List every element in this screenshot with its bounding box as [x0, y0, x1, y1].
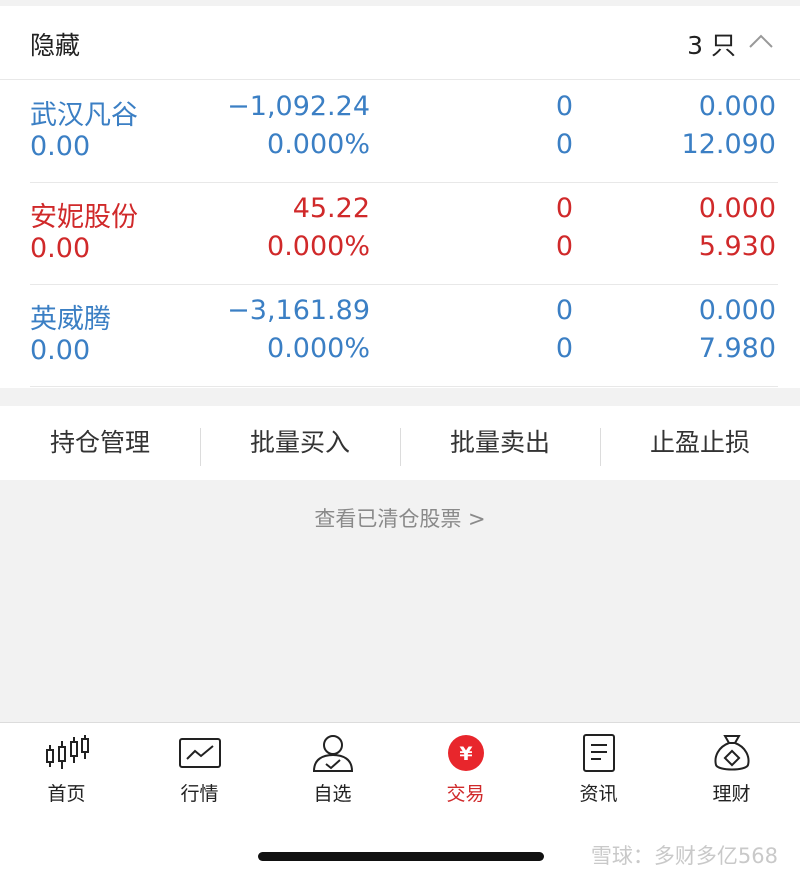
tab-label: 交易 — [446, 783, 485, 805]
available-qty: 0 — [555, 129, 573, 160]
tab-label: 理财 — [712, 783, 751, 805]
document-icon — [582, 734, 615, 772]
watermark: 雪球：多财多亿568 — [590, 844, 778, 868]
market-chart-icon — [178, 738, 221, 768]
yuan-circle-icon: ¥ — [447, 735, 484, 771]
profit-loss-pct: 0.000% — [267, 333, 370, 364]
candlestick-icon — [45, 735, 89, 769]
cost-price: 7.980 — [698, 333, 776, 364]
tab-label: 行情 — [180, 783, 219, 805]
stock-name: 安妮股份 — [30, 202, 138, 233]
current-price: 0.000 — [698, 295, 776, 326]
chevron-up-icon[interactable] — [748, 32, 774, 50]
tab-market[interactable]: 行情 — [133, 733, 266, 813]
cost-price: 12.090 — [681, 129, 776, 160]
home-indicator[interactable] — [258, 852, 544, 861]
batch-buy-button[interactable]: 批量买入 — [200, 406, 400, 480]
position-management-button[interactable]: 持仓管理 — [0, 406, 200, 480]
holding-row[interactable]: 安妮股份 0.00 45.22 0.000% 0 0 0.000 5.930 — [0, 183, 800, 285]
tab-wealth[interactable]: 理财 — [665, 733, 798, 813]
current-price: 0.000 — [698, 91, 776, 122]
profit-loss-pct: 0.000% — [267, 231, 370, 262]
profit-loss-pct: 0.000% — [267, 129, 370, 160]
position-qty: 0 — [555, 295, 573, 326]
current-price: 0.000 — [698, 193, 776, 224]
money-bag-icon — [714, 735, 749, 771]
available-qty: 0 — [555, 231, 573, 262]
stock-name: 武汉凡谷 — [30, 100, 138, 131]
tab-home[interactable]: 首页 — [0, 733, 133, 813]
profit-loss: −1,092.24 — [227, 91, 370, 122]
market-value: 0.00 — [30, 233, 91, 264]
holding-row[interactable]: 武汉凡谷 0.00 −1,092.24 0.000% 0 0 0.000 12.… — [0, 81, 800, 183]
hidden-count: 3 只 — [687, 31, 736, 60]
market-value: 0.00 — [30, 131, 91, 162]
tab-label: 资讯 — [579, 783, 618, 805]
tab-label: 首页 — [47, 783, 86, 805]
position-qty: 0 — [555, 91, 573, 122]
cost-price: 5.930 — [698, 231, 776, 262]
profit-loss: −3,161.89 — [227, 295, 370, 326]
svg-text:¥: ¥ — [459, 743, 472, 765]
available-qty: 0 — [555, 333, 573, 364]
position-qty: 0 — [555, 193, 573, 224]
batch-sell-button[interactable]: 批量卖出 — [400, 406, 600, 480]
tab-watchlist[interactable]: 自选 — [266, 733, 399, 813]
view-cleared-stocks-link[interactable]: 查看已清仓股票 > — [0, 503, 800, 533]
stock-name: 英威腾 — [30, 304, 111, 335]
hidden-section-title: 隐藏 — [30, 31, 81, 60]
user-check-icon — [312, 735, 353, 772]
market-value: 0.00 — [30, 335, 91, 366]
hidden-section-header[interactable]: 隐藏 3 只 — [0, 6, 800, 80]
row-divider — [30, 386, 778, 387]
take-profit-stop-loss-button[interactable]: 止盈止损 — [600, 406, 800, 480]
action-bar: 持仓管理 批量买入 批量卖出 止盈止损 — [0, 406, 800, 480]
holding-row[interactable]: 英威腾 0.00 −3,161.89 0.000% 0 0 0.000 7.98… — [0, 285, 800, 387]
tab-label: 自选 — [313, 783, 352, 805]
profit-loss: 45.22 — [292, 193, 370, 224]
holdings-panel: 隐藏 3 只 武汉凡谷 0.00 −1,092.24 0.000% 0 0 0.… — [0, 6, 800, 388]
tab-trade[interactable]: ¥ 交易 — [399, 733, 532, 813]
tab-news[interactable]: 资讯 — [532, 733, 665, 813]
